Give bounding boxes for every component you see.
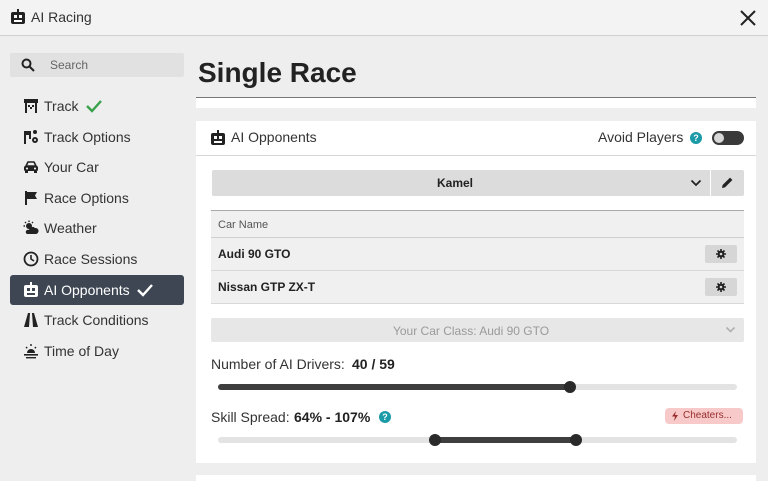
ai-drivers-value: 40 / 59: [352, 356, 395, 372]
title-bar: AI Racing: [0, 0, 768, 36]
checkmark-icon: [86, 100, 102, 113]
sidebar-item-label: Race Options: [44, 190, 129, 206]
search-box[interactable]: [10, 53, 184, 77]
preset-value: Kamel: [436, 176, 474, 190]
help-icon[interactable]: ?: [379, 411, 391, 423]
skill-spread-min-thumb[interactable]: [429, 434, 442, 446]
pencil-icon: [722, 177, 733, 188]
sunrise-icon: [24, 344, 38, 359]
sidebar-item-label: AI Opponents: [44, 282, 130, 298]
robot-icon: [11, 9, 25, 24]
car-class-value: Your Car Class: Audi 90 GTO: [392, 324, 550, 338]
table-header: Car Name: [211, 210, 744, 238]
skill-spread-slider-fill: [435, 437, 577, 443]
sidebar-item-label: Your Car: [44, 159, 99, 175]
toggle-knob: [714, 133, 724, 143]
robot-icon: [211, 130, 225, 145]
lightning-icon: [672, 411, 678, 421]
sidebar: Track Track Options Your Car Race Option…: [0, 37, 196, 481]
column-header-car-name: Car Name: [218, 219, 269, 231]
window-title: AI Racing: [31, 9, 92, 25]
checkmark-icon: [137, 284, 153, 297]
sidebar-item-race-sessions[interactable]: Race Sessions: [10, 244, 184, 274]
sidebar-item-weather[interactable]: Weather: [10, 213, 184, 243]
edit-preset-button[interactable]: [711, 170, 744, 196]
clock-icon: [23, 251, 39, 267]
sidebar-item-race-options[interactable]: Race Options: [10, 183, 184, 213]
weather-icon: [23, 220, 39, 234]
sidebar-item-track-conditions[interactable]: Track Conditions: [10, 305, 184, 335]
search-input[interactable]: [50, 55, 178, 75]
table-row[interactable]: Audi 90 GTO: [211, 238, 744, 271]
table-row[interactable]: Nissan GTP ZX-T: [211, 271, 744, 304]
sidebar-item-ai-opponents[interactable]: AI Opponents: [10, 275, 184, 305]
robot-icon: [24, 282, 38, 297]
sidebar-item-label: Race Sessions: [44, 251, 138, 267]
avoid-players-label: Avoid Players: [598, 129, 684, 145]
skill-spread-value: 64% - 107%: [294, 409, 371, 425]
main-content: Single Race AI Opponents Avoid Players ?…: [196, 37, 768, 481]
page-title: Single Race: [198, 57, 357, 88]
next-card-edge: [196, 475, 756, 481]
car-settings-button[interactable]: [705, 278, 737, 296]
sidebar-item-label: Track Options: [44, 129, 131, 145]
flag-icon: [25, 191, 37, 205]
skill-spread-label: Skill Spread:: [211, 409, 290, 425]
sidebar-item-track[interactable]: Track: [10, 91, 184, 121]
ai-drivers-label: Number of AI Drivers:: [211, 356, 345, 372]
car-class-dropdown[interactable]: Your Car Class: Audi 90 GTO: [211, 318, 744, 342]
sidebar-item-track-options[interactable]: Track Options: [10, 122, 184, 152]
road-icon: [24, 313, 38, 327]
card-title: AI Opponents: [231, 129, 317, 145]
cheaters-label: Cheaters...: [683, 410, 732, 421]
sidebar-item-label: Track: [44, 98, 79, 114]
ai-opponents-card: AI Opponents Avoid Players ? Kamel Car N…: [196, 121, 756, 463]
close-icon[interactable]: [738, 8, 758, 28]
sidebar-item-your-car[interactable]: Your Car: [10, 152, 184, 182]
gear-icon: [716, 249, 726, 259]
preset-dropdown[interactable]: Kamel: [212, 170, 710, 196]
gear-icon: [716, 282, 726, 292]
car-settings-button[interactable]: [705, 245, 737, 263]
sidebar-item-time-of-day[interactable]: Time of Day: [10, 336, 184, 366]
ai-drivers-slider-fill: [218, 384, 570, 390]
card-edge: [196, 98, 756, 108]
chevron-down-icon: [725, 326, 736, 333]
sidebar-item-label: Time of Day: [44, 343, 119, 359]
help-icon[interactable]: ?: [690, 132, 702, 144]
track-flag-icon: [24, 99, 38, 113]
cheaters-button[interactable]: Cheaters...: [665, 408, 743, 424]
sidebar-item-label: Weather: [44, 220, 97, 236]
search-icon: [21, 58, 35, 72]
card-header: AI Opponents Avoid Players ?: [196, 121, 756, 156]
car-name: Nissan GTP ZX-T: [218, 280, 316, 294]
track-settings-icon: [24, 130, 38, 144]
skill-spread-max-thumb[interactable]: [570, 434, 583, 446]
avoid-players-toggle[interactable]: [712, 131, 744, 145]
car-icon: [24, 161, 38, 173]
sidebar-item-label: Track Conditions: [44, 312, 149, 328]
car-name: Audi 90 GTO: [218, 247, 291, 261]
chevron-down-icon: [690, 179, 702, 187]
ai-drivers-slider-thumb[interactable]: [563, 381, 576, 393]
